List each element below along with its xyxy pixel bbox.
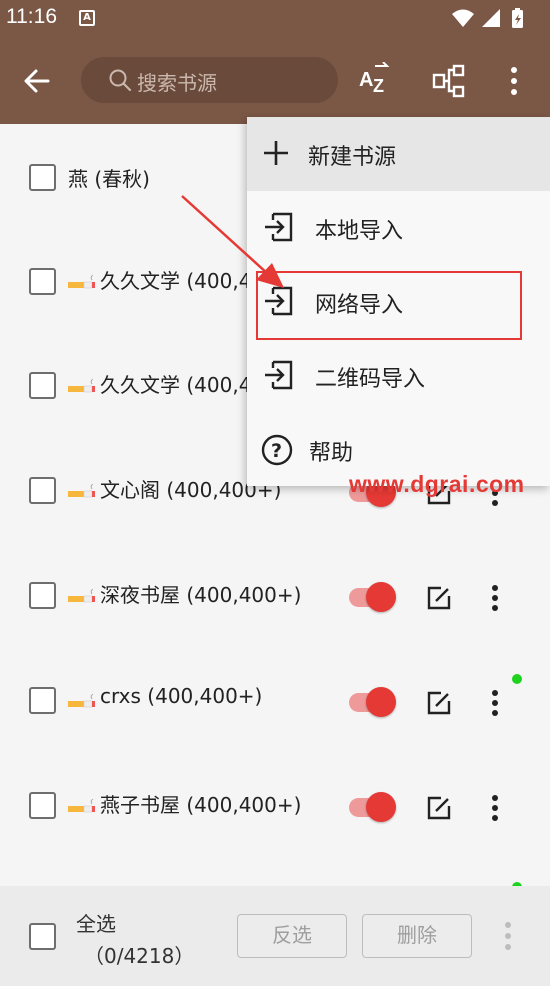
group-tree-icon[interactable] [432,64,466,98]
enable-switch[interactable] [349,687,399,717]
cigarette-icon [68,589,95,603]
bottom-more-icon[interactable] [498,921,518,951]
status-bar: 11:16 A [0,0,550,36]
status-icons [452,8,523,28]
watermark-text: www.dgrai.com [349,471,525,497]
select-all-checkbox[interactable] [29,923,56,950]
signal-icon [482,9,500,27]
row-checkbox[interactable] [29,372,56,399]
svg-text:A: A [359,69,373,91]
row-checkbox[interactable] [29,792,56,819]
plus-icon [264,141,288,165]
row-checkbox[interactable] [29,268,56,295]
row-more-icon[interactable] [485,584,505,612]
row-checkbox[interactable] [29,164,56,191]
row-checkbox[interactable] [29,477,56,504]
enable-switch[interactable] [349,792,399,822]
row-more-icon[interactable] [485,794,505,822]
battery-icon [512,8,523,28]
row-checkbox[interactable] [29,687,56,714]
menu-item-qr-import[interactable]: 二维码导入 [247,339,550,413]
menu-item-local-import[interactable]: 本地导入 [247,191,550,265]
highlight-box [256,271,522,340]
edit-icon[interactable] [426,585,452,611]
cigarette-icon [68,484,95,498]
toolbar: 搜索书源 A Z [0,36,550,124]
bottom-action-bar: 全选 （0/4218） 反选 删除 [0,886,550,986]
menu-item-label: 新建书源 [308,145,397,170]
back-arrow-icon[interactable] [20,64,54,98]
svg-text:?: ? [271,440,282,462]
source-name: 燕 (春秋) [68,167,150,191]
search-icon [109,69,132,92]
list-item[interactable]: 深夜书屋 (400,400+) [0,543,550,647]
search-placeholder: 搜索书源 [137,71,217,95]
list-item[interactable]: crxs (400,400+) [0,648,550,752]
help-icon: ? [261,434,293,466]
status-time: 11:16 [6,5,57,28]
edit-icon[interactable] [426,795,452,821]
wifi-icon [452,9,474,27]
sort-az-icon[interactable]: A Z [357,62,393,98]
cigarette-icon [68,379,95,393]
import-icon [265,360,293,390]
status-dot [512,674,522,684]
svg-text:Z: Z [373,76,384,96]
search-input[interactable]: 搜索书源 [81,57,338,103]
select-all-label: 全选 [76,912,116,936]
more-vert-icon[interactable] [500,64,528,98]
row-checkbox[interactable] [29,582,56,609]
list-item[interactable]: 燕子书屋 (400,400+) [0,753,550,857]
enable-switch[interactable] [349,582,399,612]
selection-count: （0/4218） [84,944,195,968]
menu-item-label: 帮助 [309,441,354,466]
source-name: 深夜书屋 (400,400+) [100,583,302,607]
source-name: 燕子书屋 (400,400+) [100,793,302,817]
source-name: crxs (400,400+) [100,684,263,708]
notification-icon: A [79,10,95,26]
edit-icon[interactable] [426,690,452,716]
cigarette-icon [68,275,95,289]
row-more-icon[interactable] [485,689,505,717]
source-name: 久久文学 (400,4 [100,373,252,397]
import-icon [265,212,293,242]
cigarette-icon [68,799,95,813]
menu-item-label: 二维码导入 [315,367,426,392]
menu-item-new-source[interactable]: 新建书源 [247,117,550,191]
source-name: 久久文学 (400,4 [100,269,252,293]
cigarette-icon [68,694,95,708]
invert-selection-button[interactable]: 反选 [237,914,347,958]
delete-button[interactable]: 删除 [362,914,472,958]
menu-item-label: 本地导入 [315,219,404,244]
